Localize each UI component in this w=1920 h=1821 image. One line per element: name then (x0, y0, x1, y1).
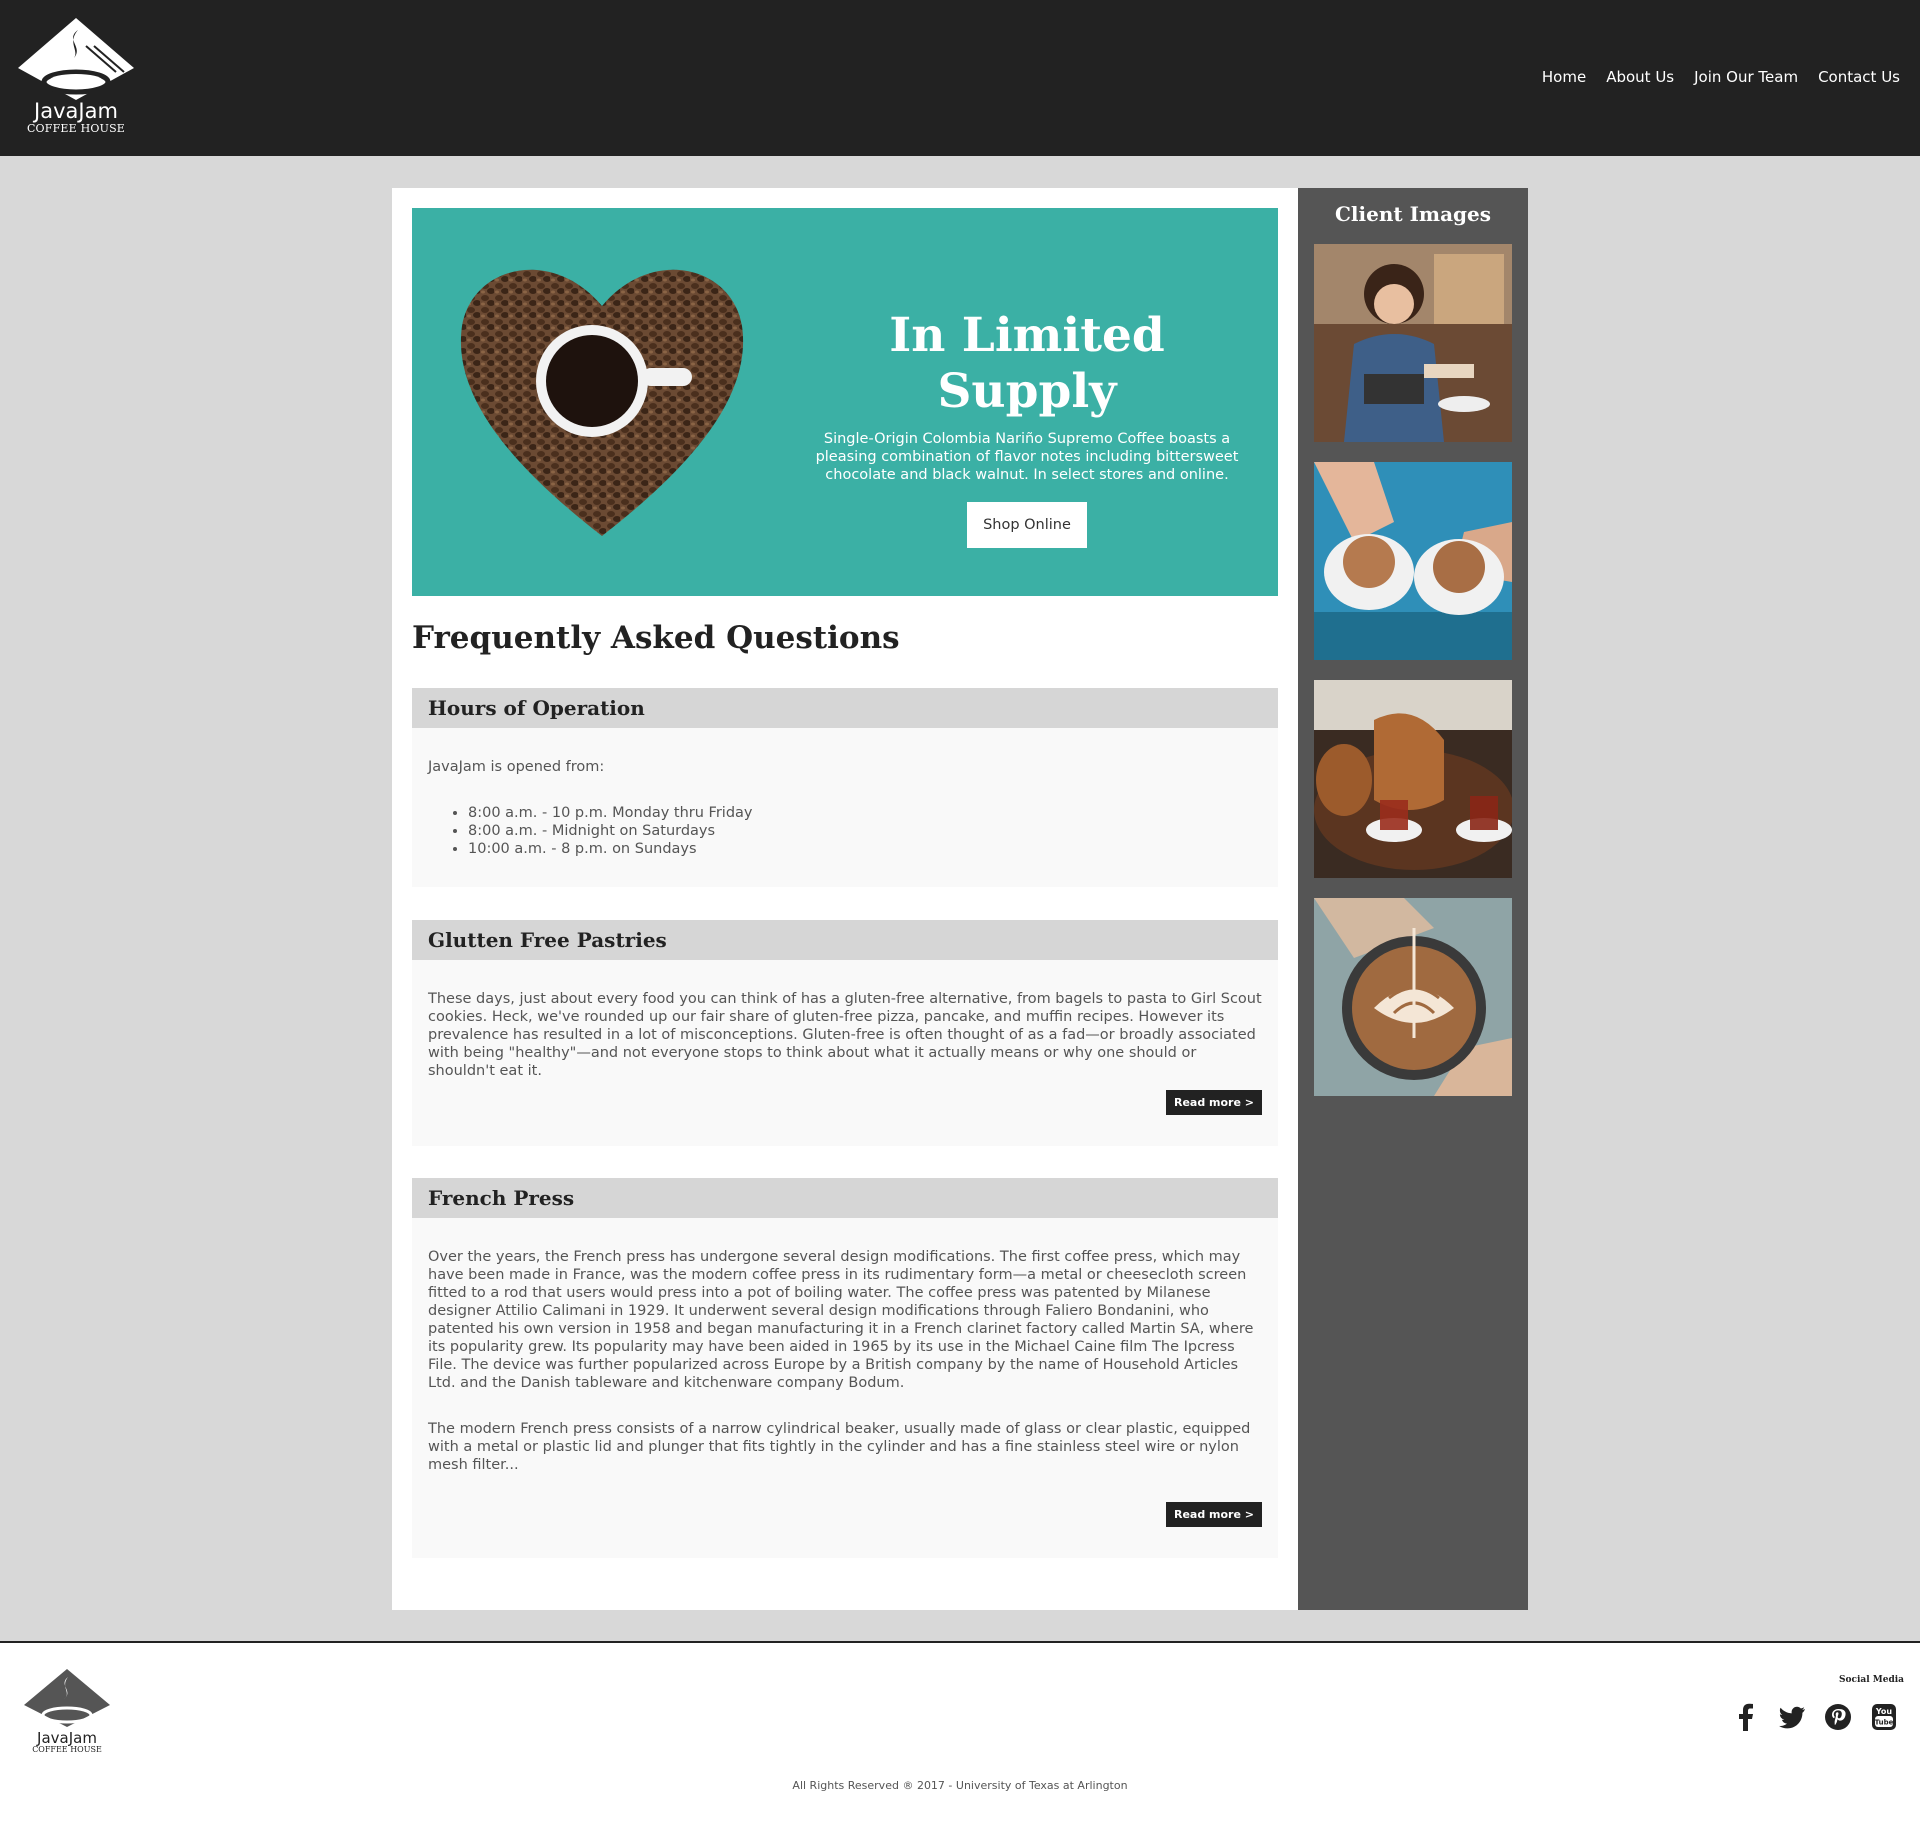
social-links: You Tube (1732, 1703, 1898, 1731)
read-more-button[interactable]: Read more > (1165, 1090, 1262, 1115)
turkish-tea-image (1314, 680, 1512, 878)
faq-body: These days, just about every food you ca… (412, 960, 1278, 1080)
hero-text-block: In Limited Supply Single-Origin Colombia… (792, 308, 1262, 548)
faq-paragraph: These days, just about every food you ca… (428, 991, 1262, 1079)
brand-logo[interactable]: JavaJam COFFEE HOUSE (16, 16, 136, 138)
youtube-icon[interactable]: You Tube (1870, 1703, 1898, 1731)
faq-gluten-free: Glutten Free Pastries These days, just a… (412, 920, 1278, 1146)
twitter-icon[interactable] (1778, 1703, 1806, 1731)
site-header: JavaJam COFFEE HOUSE Home About Us Join … (0, 0, 1920, 156)
cappuccinos-image (1314, 462, 1512, 660)
nav-home[interactable]: Home (1542, 68, 1586, 86)
faq-title: Frequently Asked Questions (412, 620, 900, 656)
client-image-cappuccinos[interactable] (1314, 462, 1512, 660)
social-media-label: Social Media (1838, 1675, 1904, 1685)
hero-description: Single-Origin Colombia Nariño Supremo Co… (815, 431, 1239, 483)
faq-body: JavaJam is opened from: 8:00 a.m. - 10 p… (412, 728, 1278, 858)
faq-heading: Hours of Operation (412, 688, 1278, 728)
svg-text:You: You (1875, 1707, 1893, 1716)
list-item: 10:00 a.m. - 8 p.m. on Sundays (468, 840, 1262, 858)
client-image-turkish-tea[interactable] (1314, 680, 1512, 878)
faq-hours: Hours of Operation JavaJam is opened fro… (412, 688, 1278, 887)
brand-name: JavaJam (34, 99, 118, 123)
woman-paying-image (1314, 244, 1512, 442)
brand-subtitle: COFFEE HOUSE (26, 122, 126, 135)
nav-contact-us[interactable]: Contact Us (1818, 68, 1900, 86)
shop-online-button[interactable]: Shop Online (967, 502, 1087, 548)
nav-join-our-team[interactable]: Join Our Team (1694, 68, 1798, 86)
site-footer: JavaJam COFFEE HOUSE Social Media You Tub… (0, 1641, 1920, 1821)
coffee-heart-image (460, 269, 744, 536)
faq-french-press: French Press Over the years, the French … (412, 1178, 1278, 1558)
pinterest-icon[interactable] (1824, 1703, 1852, 1731)
faq-heading: Glutten Free Pastries (412, 920, 1278, 960)
faq-paragraph: Over the years, the French press has und… (428, 1249, 1254, 1391)
nav-about-us[interactable]: About Us (1606, 68, 1674, 86)
main-content: In Limited Supply Single-Origin Colombia… (392, 188, 1298, 1610)
faq-heading: French Press (412, 1178, 1278, 1218)
copyright-text: All Rights Reserved ® 2017 - University … (792, 1779, 1128, 1792)
svg-text:Tube: Tube (1875, 1719, 1894, 1727)
hero-title: In Limited Supply (889, 308, 1165, 419)
sidebar-title: Client Images (1334, 202, 1492, 226)
client-images-sidebar: Client Images (1298, 188, 1528, 1610)
latte-art-image (1314, 898, 1512, 1096)
list-item: 8:00 a.m. - 10 p.m. Monday thru Friday (468, 804, 1262, 822)
footer-brand-subtitle: COFFEE HOUSE (32, 1745, 102, 1754)
client-image-woman-paying[interactable] (1314, 244, 1512, 442)
logo-diamond-icon (18, 18, 134, 100)
main-nav: Home About Us Join Our Team Contact Us (1542, 68, 1900, 86)
footer-logo[interactable]: JavaJam COFFEE HOUSE (22, 1667, 112, 1757)
faq-paragraph: The modern French press consists of a na… (428, 1421, 1251, 1473)
read-more-button[interactable]: Read more > (1165, 1502, 1262, 1527)
hours-list: 8:00 a.m. - 10 p.m. Monday thru Friday 8… (428, 804, 1262, 858)
faq-body: Over the years, the French press has und… (412, 1218, 1278, 1474)
faq-intro: JavaJam is opened from: (428, 759, 605, 775)
list-item: 8:00 a.m. - Midnight on Saturdays (468, 822, 1262, 840)
logo-diamond-icon (24, 1669, 110, 1727)
hero-banner: In Limited Supply Single-Origin Colombia… (412, 208, 1278, 596)
client-image-latte-art[interactable] (1314, 898, 1512, 1096)
facebook-icon[interactable] (1732, 1703, 1760, 1731)
